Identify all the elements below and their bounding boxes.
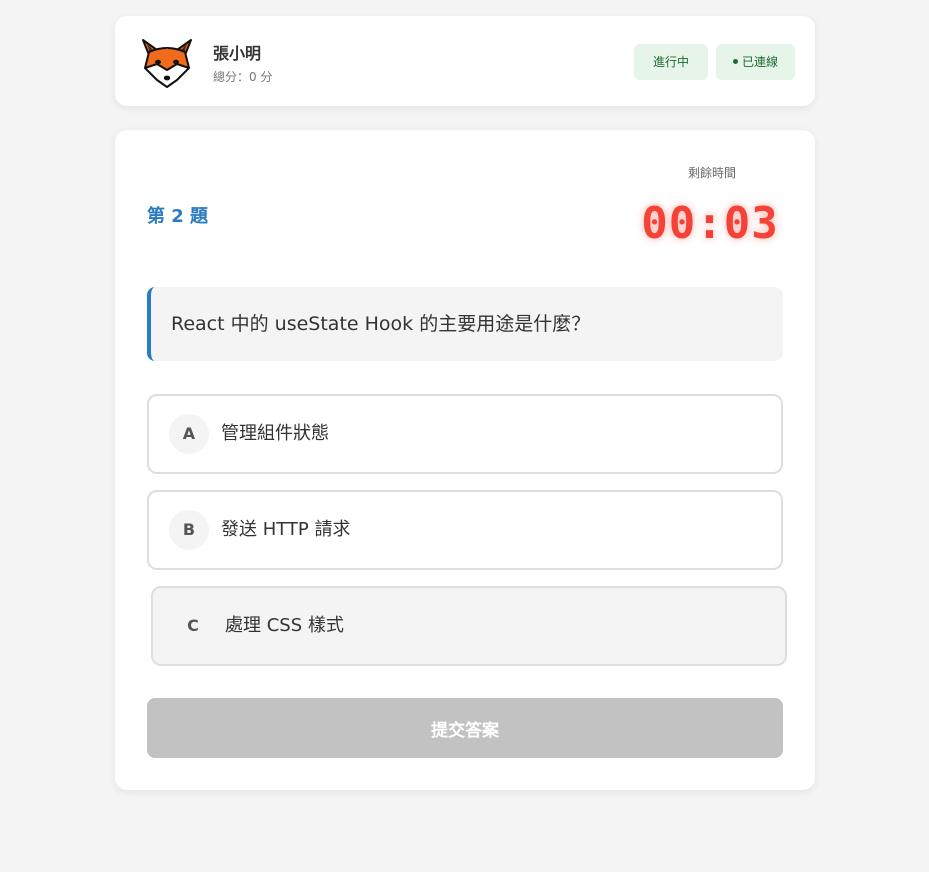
countdown-timer: 00:03: [641, 198, 779, 249]
question-number: 第 2 題: [147, 206, 209, 227]
option-letter: C: [173, 606, 213, 646]
connection-dot-icon: [732, 59, 738, 64]
game-status-badge: 進行中: [634, 44, 708, 80]
option-letter: A: [169, 414, 209, 454]
question-text: React 中的 useState Hook 的主要用途是什麼？: [147, 287, 783, 361]
connection-status-label: 已連線: [741, 55, 778, 69]
option-letter: B: [169, 510, 209, 550]
option-text: 管理組件狀態: [221, 423, 329, 444]
option-text: 發送 HTTP 請求: [221, 519, 351, 540]
player-score: 總分：0 分: [213, 70, 273, 84]
option-b[interactable]: B 發送 HTTP 請求: [147, 490, 783, 570]
game-status-label: 進行中: [652, 55, 689, 69]
player-header-card: 張小明 總分：0 分 進行中 已連線: [115, 16, 815, 106]
option-a[interactable]: A 管理組件狀態: [147, 394, 783, 474]
connection-status-badge: 已連線: [716, 44, 795, 80]
quiz-card: 第 2 題 剩餘時間 00:03 React 中的 useState Hook …: [115, 130, 815, 790]
submit-answer-button[interactable]: 提交答案: [147, 698, 783, 758]
option-c[interactable]: C 處理 CSS 樣式: [151, 586, 787, 666]
player-name: 張小明: [213, 44, 262, 63]
timer-label: 剩餘時間: [687, 166, 736, 180]
fox-icon: [142, 39, 192, 88]
option-text: 處理 CSS 樣式: [225, 615, 344, 636]
